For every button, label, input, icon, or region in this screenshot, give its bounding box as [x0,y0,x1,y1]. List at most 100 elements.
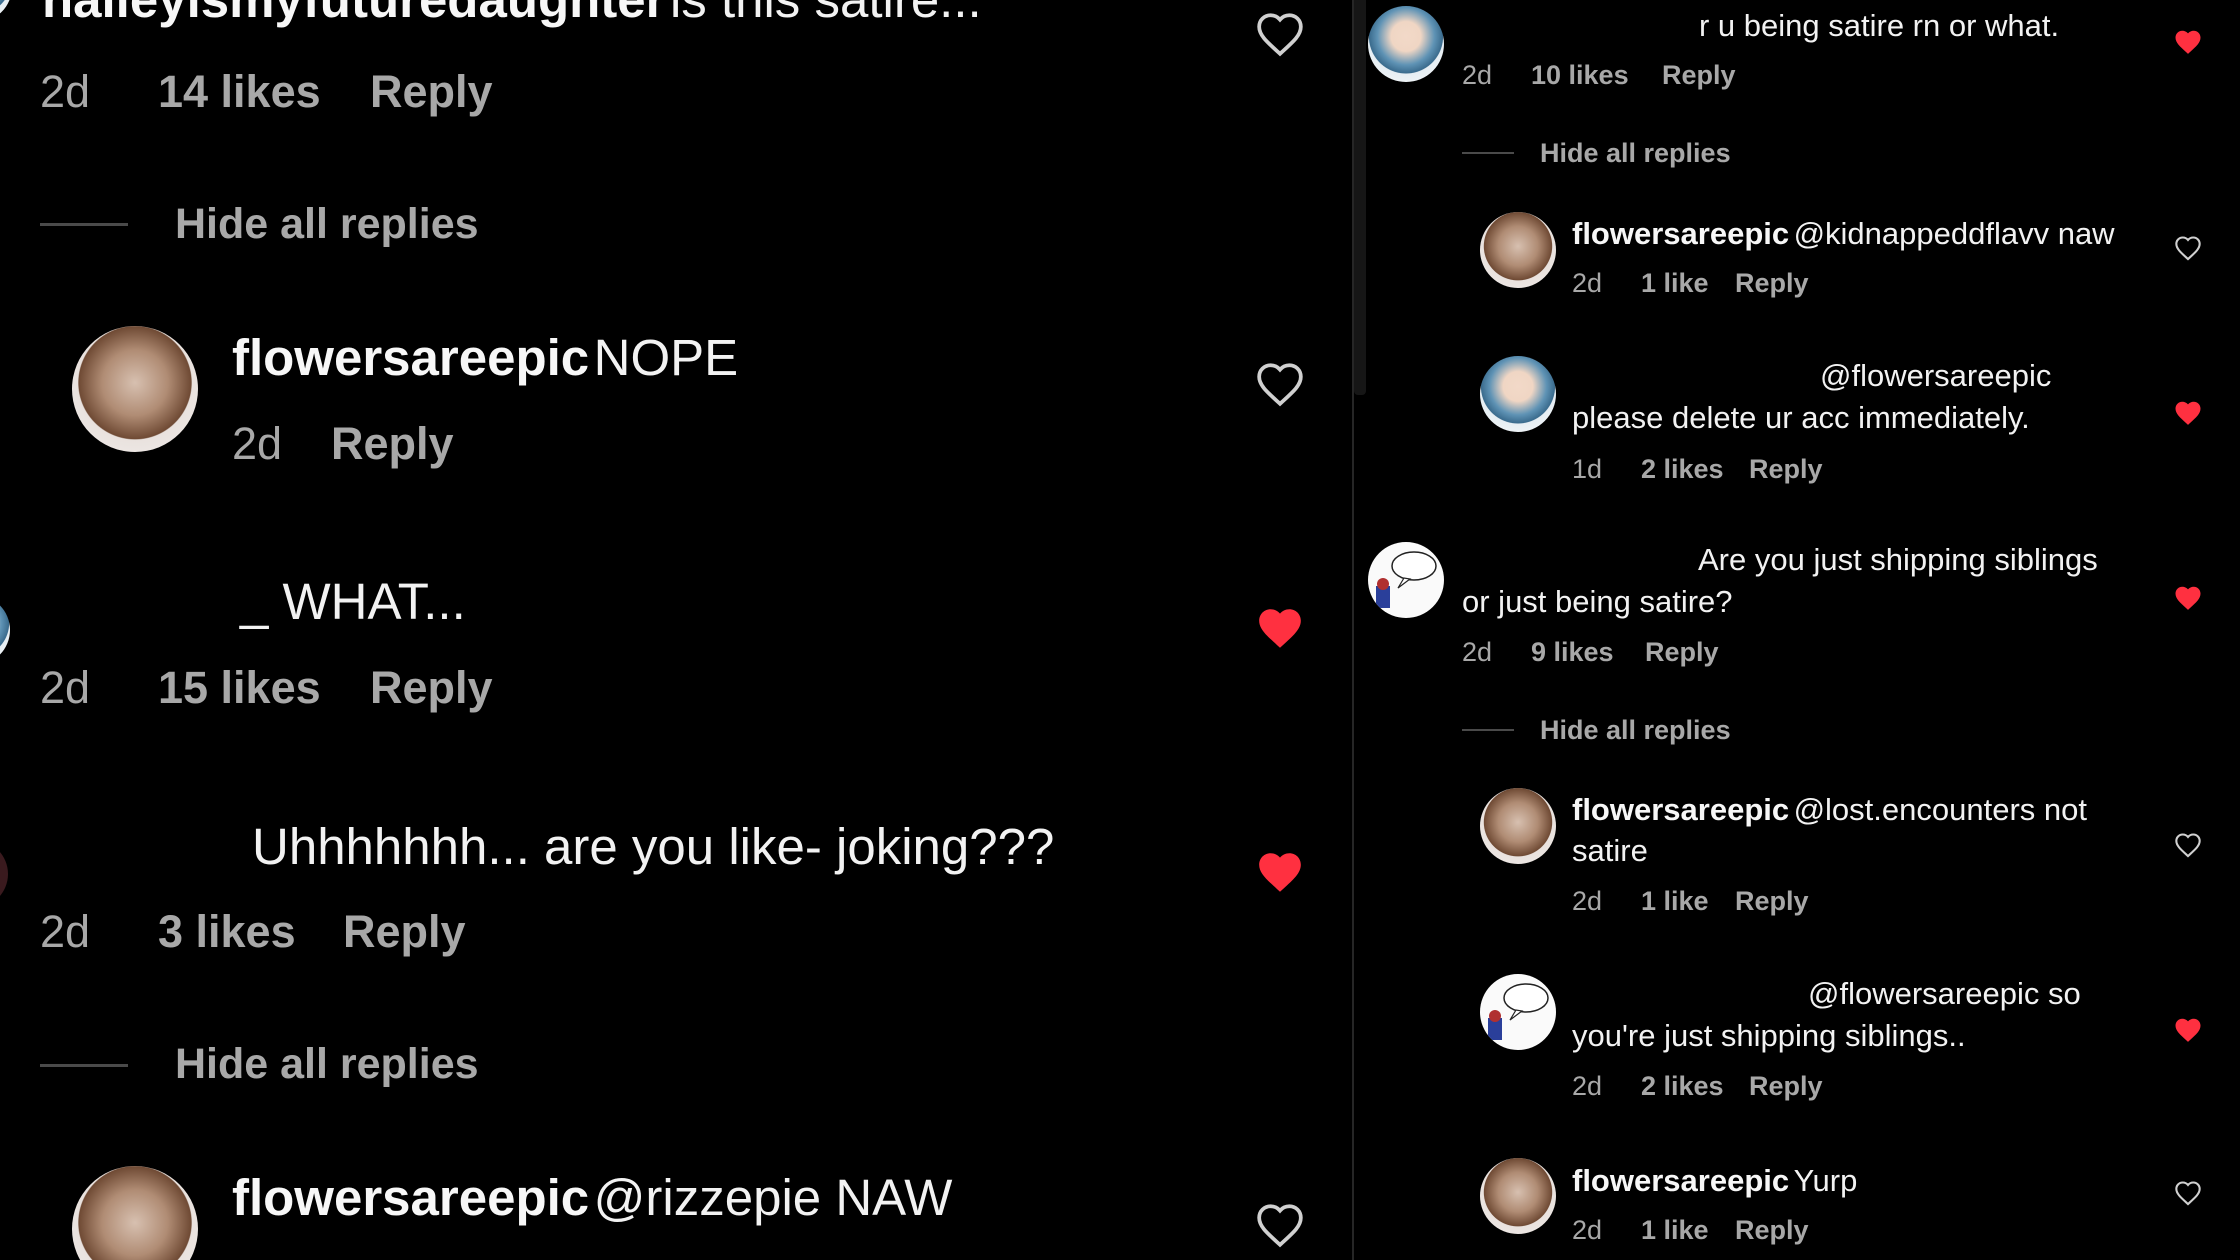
thread-line [1462,152,1514,154]
likes-count[interactable]: 1 like [1641,886,1709,917]
likes-count[interactable]: 10 likes [1531,60,1629,91]
likes-count[interactable]: 2 likes [1641,1071,1724,1102]
comment-meta: 2d 14 likes Reply [40,66,740,122]
reply-time: 2d [1572,1071,1603,1101]
reply-text: @flowersareepic so [1808,976,2081,1011]
avatar[interactable] [1480,974,1556,1050]
likes-count[interactable]: 3 likes [158,906,296,958]
reply-text: @lost.encounters not [1793,792,2087,827]
reply-text: Yurp [1793,1163,1858,1198]
comment-meta: 2d 3 likes Reply [40,906,740,962]
comment-meta: 2d 10 likes Reply [1462,60,1862,96]
avatar[interactable] [72,1166,198,1260]
comment-text: or just being satire? [1462,584,1733,619]
reply-meta: 2d 1 like Reply [1572,886,1972,922]
likes-count[interactable]: 14 likes [158,66,321,118]
comment-text: _ WHAT... [240,573,466,630]
reply-button[interactable]: Reply [370,66,493,118]
reply-line: flowersareepic Yurp [1572,1163,1857,1199]
reply-button[interactable]: Reply [343,906,466,958]
reply-meta: 1d 2 likes Reply [1572,454,1972,490]
comment-time: 2d [40,66,91,117]
comment-username[interactable]: halleyismyfuturedaughter [42,0,665,28]
heart-outline-icon[interactable] [2174,1180,2202,1206]
comment-text: Uhhhhhhh... are you like- joking??? [252,818,1055,875]
thread-line [1462,729,1514,731]
scrollbar[interactable] [1354,0,1366,395]
reply-username[interactable]: flowersareepic [1572,216,1789,251]
avatar[interactable] [72,326,198,452]
comment-text: Are you just shipping siblings [1698,542,2098,577]
hide-replies-button[interactable]: Hide all replies [175,200,479,249]
reply-text: @kidnappeddflavv naw [1793,216,2115,251]
reply-username[interactable]: flowersareepic [1572,1163,1789,1198]
avatar[interactable] [0,0,12,22]
reply-button[interactable]: Reply [1645,637,1719,668]
likes-count[interactable]: 15 likes [158,662,321,714]
likes-count[interactable]: 2 likes [1641,454,1724,485]
reply-time: 2d [1572,268,1603,298]
avatar[interactable] [1368,542,1444,618]
heart-outline-icon[interactable] [1255,1202,1305,1248]
reply-line: flowersareepic @kidnappeddflavv naw [1572,216,2115,252]
heart-filled-icon[interactable] [2173,28,2203,56]
reply-time: 2d [1572,1215,1603,1245]
reply-button[interactable]: Reply [331,418,454,470]
reply-meta: 2d Reply [232,418,632,474]
reply-time: 2d [1572,886,1603,916]
speech-bubble-icon [1376,551,1437,608]
heart-filled-icon[interactable] [2173,1016,2203,1044]
reply-username[interactable]: flowersareepic [1572,792,1789,827]
reply-line: flowersareepic @rizzepie NAW [232,1168,952,1227]
comment-time: 2d [40,662,91,713]
heart-filled-icon[interactable] [1255,605,1305,651]
avatar[interactable] [1480,212,1556,288]
reply-button[interactable]: Reply [1735,1215,1809,1246]
avatar[interactable] [1480,1158,1556,1234]
heart-outline-icon[interactable] [2174,235,2202,261]
hide-replies-button[interactable]: Hide all replies [1540,715,1731,746]
avatar[interactable] [0,595,10,665]
likes-count[interactable]: 9 likes [1531,637,1614,668]
heart-outline-icon[interactable] [2174,832,2202,858]
reply-username[interactable]: flowersareepic [232,1169,589,1226]
reply-button[interactable]: Reply [1662,60,1736,91]
comment-time: 2d [40,906,91,957]
heart-outline-icon[interactable] [1255,361,1305,407]
avatar[interactable] [1480,356,1556,432]
reply-line: flowersareepic NOPE [232,328,738,387]
comment-meta: 2d 9 likes Reply [1462,637,1862,673]
hide-replies-button[interactable]: Hide all replies [175,1040,479,1089]
likes-count[interactable]: 1 like [1641,1215,1709,1246]
reply-button[interactable]: Reply [1749,1071,1823,1102]
reply-text: NOPE [593,329,739,386]
reply-text: please delete ur acc immediately. [1572,400,2030,435]
avatar[interactable] [1480,788,1556,864]
comment-meta: 2d 15 likes Reply [40,662,740,718]
comment-text: r u being satire rn or what. [1699,8,2060,43]
likes-count[interactable]: 1 like [1641,268,1709,299]
reply-text: you're just shipping siblings.. [1572,1018,1966,1053]
avatar[interactable] [1368,6,1444,82]
reply-button[interactable]: Reply [1735,268,1809,299]
reply-meta: 2d 1 like Reply [1572,1215,1972,1251]
avatar[interactable] [0,840,8,908]
heart-outline-icon[interactable] [1255,11,1305,57]
comment-text: is this satire... [670,0,982,28]
reply-text: satire [1572,833,1648,868]
left-comments-panel: halleyismyfuturedaughter is this satire.… [0,0,1352,1260]
thread-line [40,223,128,226]
reply-button[interactable]: Reply [1749,454,1823,485]
thread-line [40,1064,128,1067]
reply-line: flowersareepic @lost.encounters not [1572,792,2087,828]
reply-button[interactable]: Reply [370,662,493,714]
heart-filled-icon[interactable] [1255,849,1305,895]
reply-button[interactable]: Reply [1735,886,1809,917]
right-comments-panel: r u being satire rn or what. 2d 10 likes… [1368,0,2240,1260]
hide-replies-button[interactable]: Hide all replies [1540,138,1731,169]
reply-time: 2d [232,418,283,469]
heart-filled-icon[interactable] [2173,584,2203,612]
reply-username[interactable]: flowersareepic [232,329,589,386]
reply-text: @rizzepie NAW [593,1169,953,1226]
heart-filled-icon[interactable] [2173,399,2203,427]
